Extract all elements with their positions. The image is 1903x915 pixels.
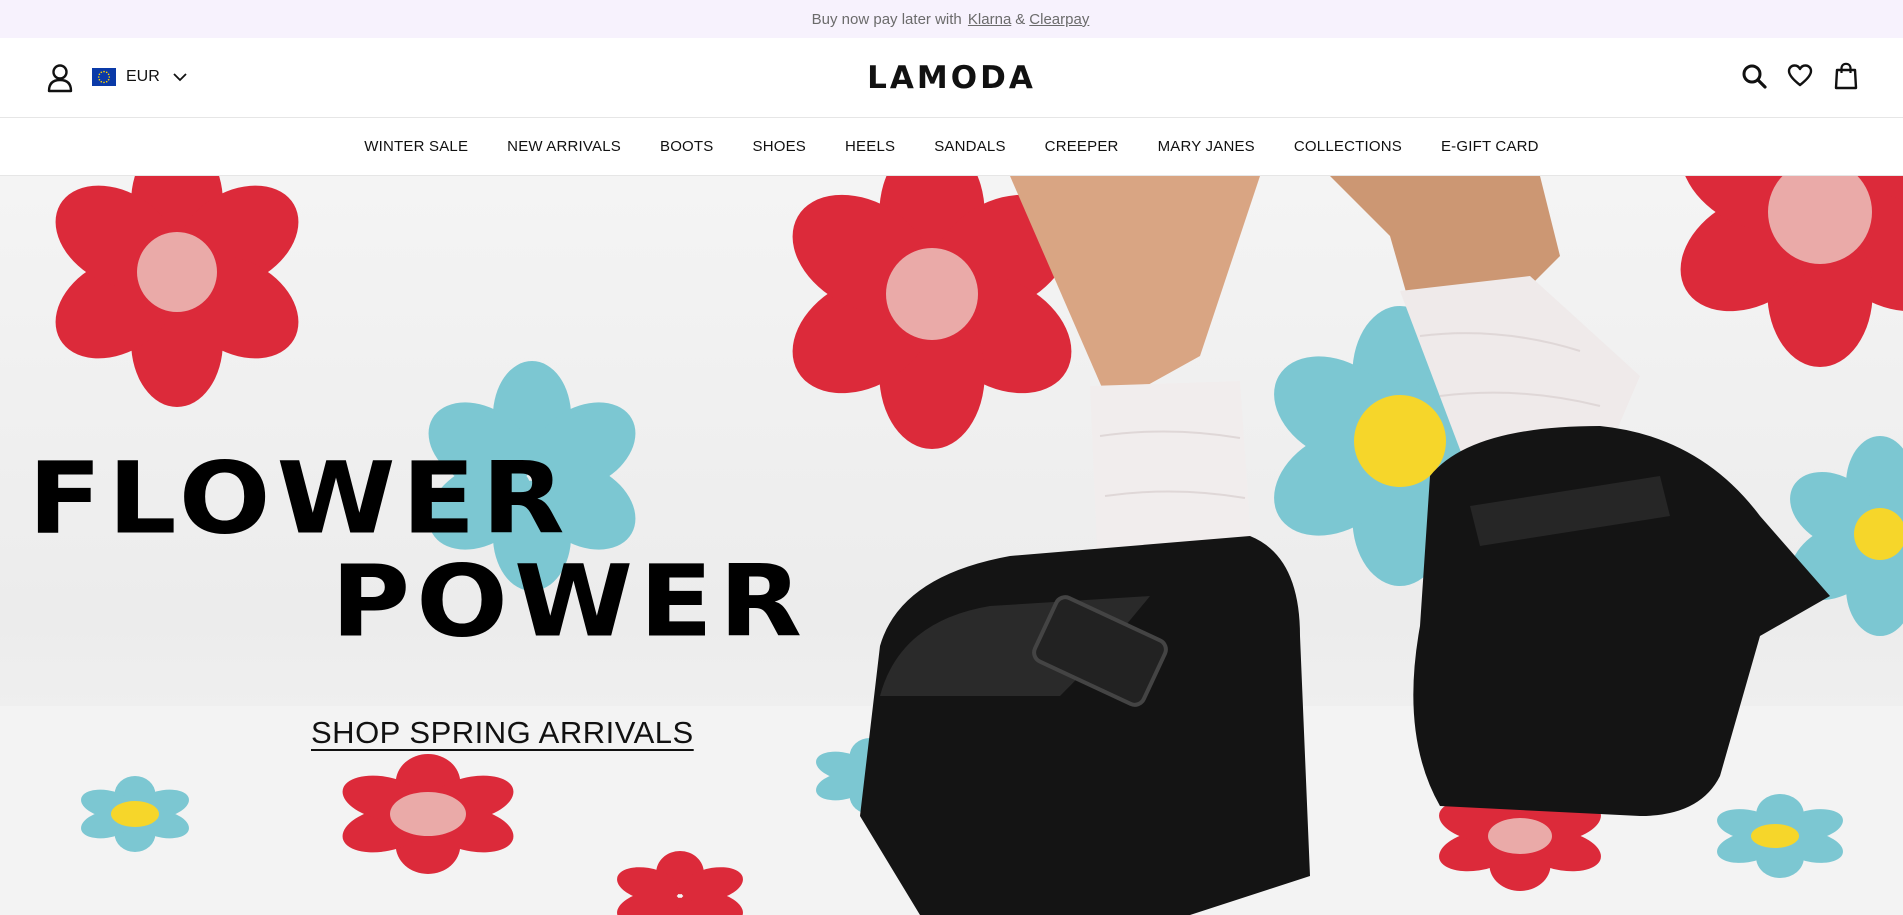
nav-item-e-gift-card[interactable]: E-GIFT CARD — [1441, 138, 1539, 155]
klarna-link[interactable]: Klarna — [968, 11, 1011, 28]
nav-item-shoes[interactable]: SHOES — [753, 138, 807, 155]
promo-text: Buy now pay later with — [811, 10, 962, 28]
nav-item-collections[interactable]: COLLECTIONS — [1294, 138, 1402, 155]
nav-item-winter-sale[interactable]: WINTER SALE — [364, 138, 468, 155]
hero-headline-line1: FLOWER — [28, 441, 571, 557]
hero-headline-line2: POWER — [331, 544, 809, 660]
hero-headline: FLOWER POWER — [28, 448, 808, 654]
shop-spring-arrivals-link[interactable]: SHOP SPRING ARRIVALS — [311, 715, 694, 751]
promo-separator: & — [1015, 10, 1026, 28]
heart-icon[interactable] — [1787, 61, 1813, 91]
nav-item-heels[interactable]: HEELS — [845, 138, 895, 155]
bag-icon[interactable] — [1833, 61, 1859, 91]
nav-item-boots[interactable]: BOOTS — [660, 138, 714, 155]
promo-bar: Buy now pay later with Klarna & Clearpay — [0, 0, 1903, 38]
clearpay-link[interactable]: Clearpay — [1029, 11, 1089, 28]
nav-item-new-arrivals[interactable]: NEW ARRIVALS — [507, 138, 621, 155]
nav-item-sandals[interactable]: SANDALS — [934, 138, 1005, 155]
nav-item-mary-janes[interactable]: MARY JANES — [1158, 138, 1255, 155]
nav-item-creeper[interactable]: CREEPER — [1045, 138, 1119, 155]
hero-banner[interactable]: FLOWER POWER SHOP SPRING ARRIVALS — [0, 176, 1903, 915]
site-logo[interactable]: LAMODA — [0, 60, 1903, 96]
search-icon[interactable] — [1741, 61, 1767, 91]
main-navigation: WINTER SALE NEW ARRIVALS BOOTS SHOES HEE… — [0, 118, 1903, 176]
site-header: EUR LAMODA — [0, 38, 1903, 118]
header-actions — [1741, 61, 1859, 91]
